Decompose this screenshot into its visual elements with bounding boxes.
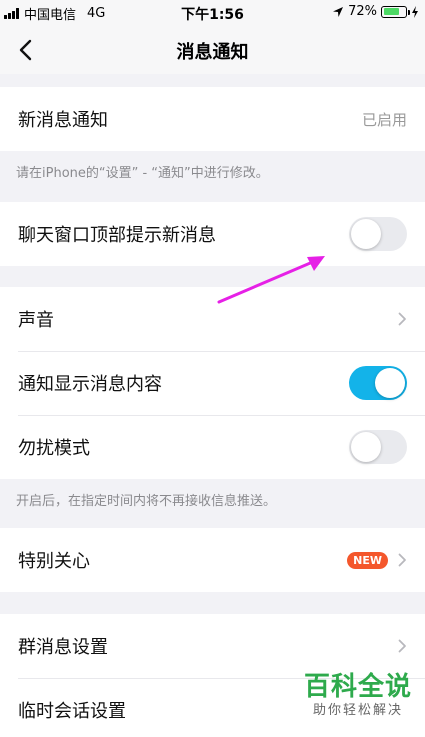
chevron-right-icon	[398, 312, 407, 326]
dnd-toggle[interactable]	[349, 430, 407, 464]
toggle-knob	[351, 219, 381, 249]
battery-percent: 72%	[348, 4, 377, 19]
page-title: 消息通知	[176, 42, 249, 63]
status-bar: 中国电信 4G 下午1:56 72%	[0, 0, 425, 26]
show-content-toggle[interactable]	[349, 366, 407, 400]
watermark-main-text: 百科全说	[303, 672, 412, 702]
row-show-content: 通知显示消息内容	[0, 351, 425, 415]
show-content-label: 通知显示消息内容	[18, 374, 162, 395]
row-chat-top-tip: 聊天窗口顶部提示新消息	[0, 202, 425, 266]
toggle-knob	[375, 368, 405, 398]
toggle-knob	[351, 432, 381, 462]
watermark-logo: 百科全说 助你轻松解决	[298, 672, 418, 720]
dnd-note: 开启后，在指定时间内将不再接收信息推送。	[16, 494, 277, 509]
system-settings-note: 请在iPhone的“设置” - “通知”中进行修改。	[16, 166, 269, 181]
row-special-care[interactable]: 特别关心 NEW	[0, 528, 425, 592]
sound-label: 声音	[18, 310, 54, 331]
group-special-care: 特别关心 NEW	[0, 528, 425, 592]
new-message-status: 已启用	[361, 110, 407, 129]
chevron-right-icon	[398, 639, 407, 653]
new-badge: NEW	[347, 551, 388, 569]
location-icon	[333, 6, 344, 17]
chat-top-tip-label: 聊天窗口顶部提示新消息	[18, 225, 216, 246]
group-notification-options: 声音 通知显示消息内容 勿扰模式	[0, 287, 425, 479]
group-settings-label: 群消息设置	[18, 637, 108, 658]
row-group-settings[interactable]: 群消息设置	[0, 614, 425, 678]
status-right: 72%	[332, 4, 419, 19]
chevron-right-icon	[398, 553, 407, 567]
row-new-message[interactable]: 新消息通知 已启用	[0, 87, 425, 151]
battery-icon	[381, 5, 410, 18]
group-new-message: 新消息通知 已启用	[0, 87, 425, 151]
nav-bar: 消息通知	[0, 26, 425, 74]
chat-top-tip-toggle[interactable]	[349, 217, 407, 251]
new-message-label: 新消息通知	[18, 110, 108, 131]
charging-icon	[412, 5, 418, 18]
row-dnd: 勿扰模式	[0, 415, 425, 479]
annotation-arrow-icon	[217, 256, 325, 304]
special-care-label: 特别关心	[18, 551, 90, 572]
watermark-sub-text: 助你轻松解决	[312, 703, 403, 718]
row-sound[interactable]: 声音	[0, 287, 425, 351]
group-chat-tip: 聊天窗口顶部提示新消息	[0, 202, 425, 266]
dnd-label: 勿扰模式	[18, 438, 90, 459]
